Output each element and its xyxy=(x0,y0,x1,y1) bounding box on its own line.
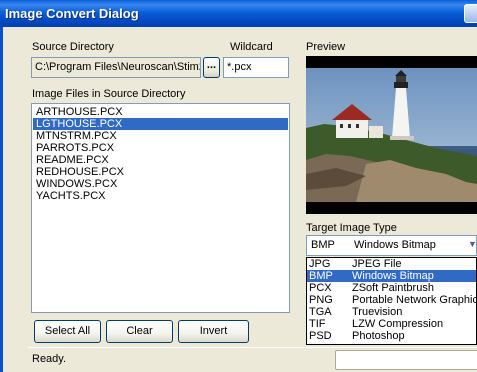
selected-type-code: BMP xyxy=(311,239,335,251)
option-code: PNG xyxy=(309,294,333,306)
list-item[interactable]: MTNSTRM.PCX xyxy=(33,130,288,142)
target-type-dropdown-list[interactable]: JPG JPEG File BMP Windows Bitmap PCX ZSoft Pa… xyxy=(306,257,477,345)
image-files-label: Image Files in Source Directory xyxy=(32,88,186,100)
dropdown-option[interactable]: JPG JPEG File xyxy=(307,258,476,270)
status-bar: Ready. xyxy=(28,347,477,372)
option-code: JPG xyxy=(309,258,331,270)
option-code: PCX xyxy=(309,282,332,294)
status-text: Ready. xyxy=(32,353,67,365)
option-desc: Windows Bitmap xyxy=(352,270,434,282)
option-code: TGA xyxy=(309,306,332,318)
list-item[interactable]: PARROTS.PCX xyxy=(33,142,288,154)
option-code: TIF xyxy=(309,318,326,330)
select-all-button[interactable]: Select All xyxy=(34,320,101,343)
source-directory-label: Source Directory xyxy=(32,41,114,53)
option-desc: Portable Network Graphics xyxy=(352,294,477,306)
source-directory-field[interactable]: C:\Program Files\Neuroscan\Stim2\ xyxy=(31,57,201,78)
option-code: BMP xyxy=(309,270,333,282)
clear-button[interactable]: Clear xyxy=(106,320,173,343)
chevron-down-icon[interactable]: ▼ xyxy=(468,239,476,251)
close-icon[interactable] xyxy=(464,4,477,23)
window-frame xyxy=(0,27,3,372)
dropdown-option[interactable]: PNG Portable Network Graphics xyxy=(307,294,476,306)
list-item[interactable]: LGTHOUSE.PCX xyxy=(33,118,288,130)
preview-label: Preview xyxy=(306,41,346,53)
list-item[interactable]: README.PCX xyxy=(33,154,288,166)
selected-type-desc: Windows Bitmap xyxy=(354,239,436,251)
target-image-type-label: Target Image Type xyxy=(306,222,397,234)
option-desc: JPEG File xyxy=(352,258,402,270)
wildcard-label: Wildcard xyxy=(230,41,273,53)
option-desc: Photoshop xyxy=(352,330,405,342)
target-image-type-select[interactable]: BMP Windows Bitmap ▼ xyxy=(306,235,477,256)
image-file-list[interactable]: ARTHOUSE.PCX LGTHOUSE.PCX MTNSTRM.PCX PARRO… xyxy=(31,103,290,313)
list-item[interactable]: YACHTS.PCX xyxy=(33,190,288,202)
window-title: Image Convert Dialog xyxy=(5,6,139,21)
status-progress-pane xyxy=(335,350,477,370)
lighthouse-photo xyxy=(306,68,477,202)
list-item[interactable]: REDHOUSE.PCX xyxy=(33,166,288,178)
dropdown-option[interactable]: BMP Windows Bitmap xyxy=(307,270,476,282)
browse-button[interactable]: ... xyxy=(203,57,220,78)
list-item[interactable]: ARTHOUSE.PCX xyxy=(33,106,288,118)
option-code: PSD xyxy=(309,330,332,342)
invert-button[interactable]: Invert xyxy=(178,320,249,343)
title-bar[interactable]: Image Convert Dialog xyxy=(0,0,477,27)
option-desc: Truevision xyxy=(352,306,403,318)
wildcard-input[interactable]: *.pcx xyxy=(223,57,289,78)
preview-pane xyxy=(306,56,477,214)
dropdown-option[interactable]: PSD Photoshop xyxy=(307,330,476,342)
dropdown-option[interactable]: TGA Truevision xyxy=(307,306,476,318)
option-desc: ZSoft Paintbrush xyxy=(352,282,434,294)
dropdown-option[interactable]: PCX ZSoft Paintbrush xyxy=(307,282,476,294)
list-item[interactable]: WINDOWS.PCX xyxy=(33,178,288,190)
dropdown-option[interactable]: TIF LZW Compression xyxy=(307,318,476,330)
option-desc: LZW Compression xyxy=(352,318,444,330)
